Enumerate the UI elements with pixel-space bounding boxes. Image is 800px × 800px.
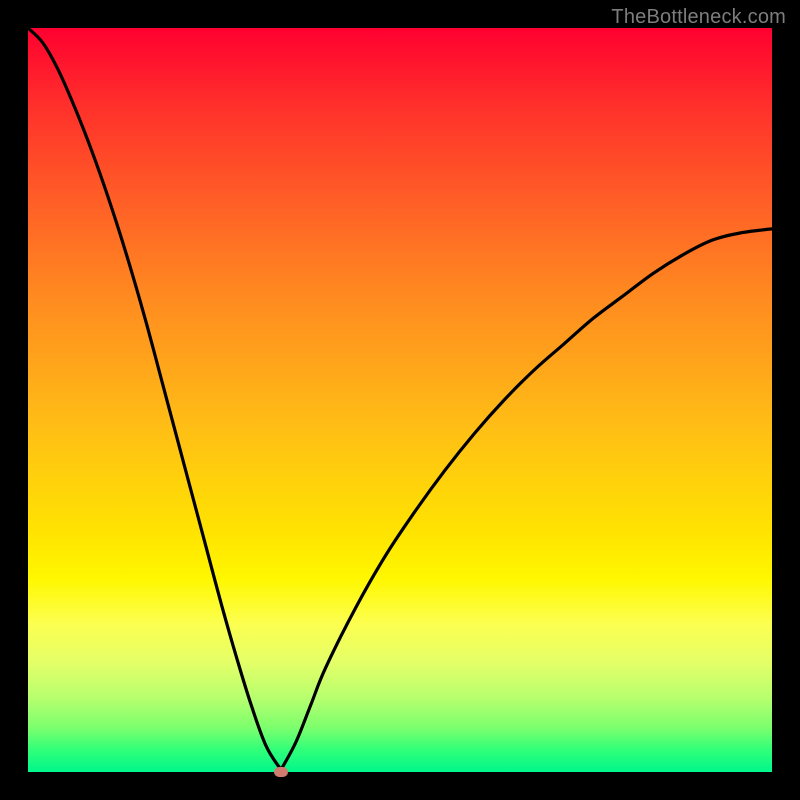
optimal-point-marker xyxy=(274,767,288,777)
watermark-text: TheBottleneck.com xyxy=(611,6,786,29)
bottleneck-curve xyxy=(28,28,772,772)
chart-plot-area xyxy=(28,28,772,772)
